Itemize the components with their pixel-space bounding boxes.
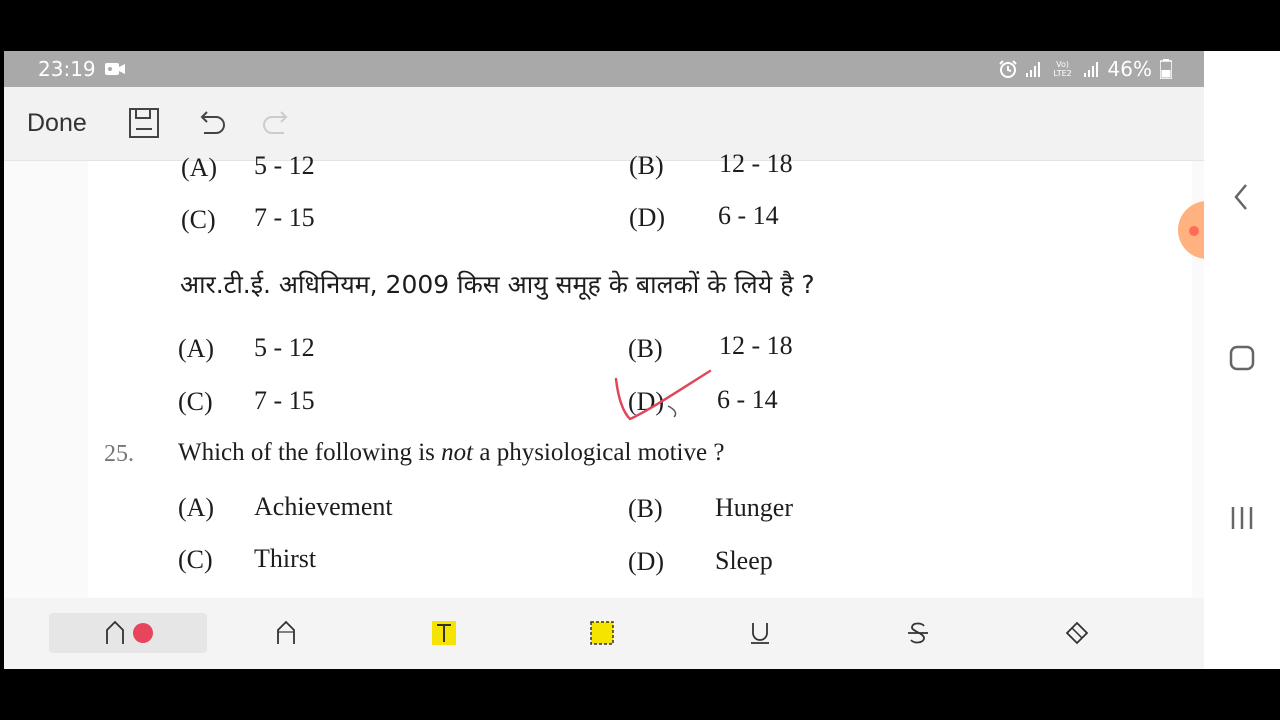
phone-screen: 23:19 Vo) LTE2 46% Done (A) 5 - 12 (B) 1… xyxy=(4,51,1204,669)
side-handle-dot xyxy=(1189,226,1199,236)
done-button[interactable]: Done xyxy=(27,109,87,138)
strikethrough-button[interactable] xyxy=(839,613,997,653)
question-number: 25. xyxy=(104,441,134,467)
signal-icon xyxy=(1083,62,1098,77)
checkmark-annotation xyxy=(614,369,712,421)
battery-icon xyxy=(1160,59,1172,79)
home-icon[interactable] xyxy=(1224,340,1260,376)
q25-option-b-value: Hunger xyxy=(715,493,793,522)
pen-icon xyxy=(106,620,124,644)
q25-option-c-label: (C) xyxy=(178,545,213,574)
editor-toolbar: Done xyxy=(4,87,1204,161)
q25-option-b-label: (B) xyxy=(628,494,663,523)
recents-icon[interactable] xyxy=(1224,500,1260,536)
prev-option-d-value: 6 - 14 xyxy=(718,201,779,230)
status-bar: 23:19 Vo) LTE2 46% xyxy=(4,51,1204,87)
hindi-option-c-value: 7 - 15 xyxy=(254,386,315,415)
question-stem-start: Which of the following is xyxy=(178,439,442,466)
drawing-toolbar xyxy=(4,598,1204,669)
strikethrough-icon xyxy=(908,622,928,644)
hindi-question-stem: आर.टी.ई. अधिनियम, 2009 किस आयु समूह के ब… xyxy=(180,270,815,299)
hindi-option-c-label: (C) xyxy=(178,387,213,416)
q25-option-d-value: Sleep xyxy=(715,546,773,575)
eraser-icon xyxy=(1065,621,1089,645)
pen-color-dot xyxy=(133,623,153,643)
area-select-button[interactable] xyxy=(523,613,681,653)
hindi-option-d-value: 6 - 14 xyxy=(717,385,778,414)
android-nav-bar xyxy=(1204,51,1280,669)
q25-option-c-value: Thirst xyxy=(254,544,317,573)
selection-icon xyxy=(590,621,614,645)
pencil-icon xyxy=(277,620,295,644)
signal-icon xyxy=(1025,62,1040,77)
hindi-option-a-label: (A) xyxy=(178,334,215,363)
hindi-option-b-value: 12 - 18 xyxy=(719,331,793,360)
question-stem-emphasis: not xyxy=(441,439,474,466)
status-time: 23:19 xyxy=(38,57,96,81)
eraser-button[interactable] xyxy=(997,613,1155,653)
hindi-option-a-value: 5 - 12 xyxy=(254,333,315,362)
question-stem-end: a physiological motive ? xyxy=(473,439,725,466)
text-highlight-icon xyxy=(432,621,456,645)
back-icon[interactable] xyxy=(1224,179,1260,215)
q25-option-a-label: (A) xyxy=(178,493,215,522)
document-page: (A) 5 - 12 (B) 12 - 18 (C) 7 - 15 (D) 6 … xyxy=(88,149,1192,598)
battery-percent: 46% xyxy=(1107,57,1152,81)
underline-button[interactable] xyxy=(681,613,839,653)
alarm-icon xyxy=(998,60,1017,78)
undo-icon[interactable] xyxy=(192,105,228,141)
prev-option-c-value: 7 - 15 xyxy=(254,203,315,232)
pen-tool-button[interactable] xyxy=(49,613,207,653)
hindi-option-b-label: (B) xyxy=(628,334,663,363)
pencil-tool-button[interactable] xyxy=(207,613,365,653)
prev-option-a-label: (A) xyxy=(181,153,218,182)
prev-option-b-value: 12 - 18 xyxy=(719,149,793,178)
text-highlight-button[interactable] xyxy=(365,613,523,653)
status-right-icons: Vo) LTE2 46% xyxy=(998,57,1172,81)
volte-icon: Vo) LTE2 xyxy=(1053,60,1072,78)
question-stem: Which of the following is not a physiolo… xyxy=(178,439,724,467)
underline-icon xyxy=(751,623,769,644)
prev-option-d-label: (D) xyxy=(629,203,666,232)
q25-option-d-label: (D) xyxy=(628,547,665,576)
video-record-icon xyxy=(105,63,125,75)
document-viewport[interactable]: (A) 5 - 12 (B) 12 - 18 (C) 7 - 15 (D) 6 … xyxy=(4,149,1204,598)
q25-option-a-value: Achievement xyxy=(254,492,393,521)
save-icon[interactable] xyxy=(126,105,162,141)
prev-option-b-label: (B) xyxy=(629,151,664,180)
prev-option-a-value: 5 - 12 xyxy=(254,151,315,180)
redo-icon[interactable] xyxy=(260,105,296,141)
prev-option-c-label: (C) xyxy=(181,205,216,234)
